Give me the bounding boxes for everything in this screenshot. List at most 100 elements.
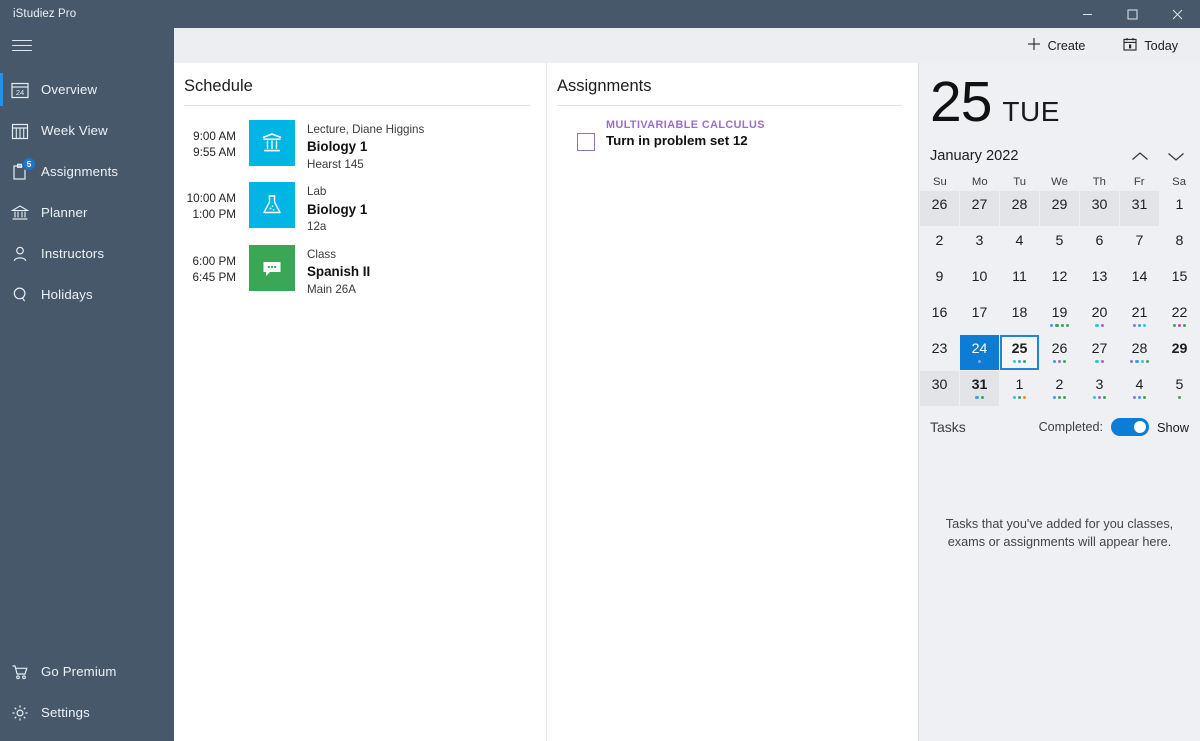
calendar-day-cell[interactable]: 1	[1160, 191, 1199, 226]
calendar-day-number: 27	[972, 198, 988, 212]
calendar-day-cell[interactable]: 26	[920, 191, 959, 226]
today-button[interactable]: Today	[1115, 32, 1186, 60]
calendar-day-number: 24	[972, 342, 988, 356]
sidebar-bottom-nav: Go Premium	[0, 651, 174, 741]
sidebar-item-label: Settings	[39, 705, 90, 720]
sidebar-item-overview[interactable]: 24 Overview	[0, 69, 174, 110]
calendar-day-number: 31	[1132, 198, 1148, 212]
calendar-day-cell[interactable]: 7	[1120, 227, 1159, 262]
sidebar-item-go-premium[interactable]: Go Premium	[0, 651, 174, 692]
calendar-24-icon: 24	[11, 81, 39, 99]
calendar-day-dots	[1013, 359, 1027, 363]
calendar-day-cell[interactable]: 27	[1080, 335, 1119, 370]
sidebar-spacer	[0, 315, 174, 651]
calendar-day-cell[interactable]: 21	[1120, 299, 1159, 334]
completed-toggle[interactable]	[1111, 418, 1149, 436]
assignment-checkbox[interactable]	[577, 133, 595, 151]
sidebar-item-settings[interactable]: Settings	[0, 692, 174, 733]
column-lecture-icon	[249, 120, 295, 166]
tasks-empty-area: Tasks that you've added for you classes,…	[919, 436, 1200, 741]
calendar-day-cell[interactable]: 15	[1160, 263, 1199, 298]
close-icon[interactable]	[1155, 0, 1200, 28]
event-location: 12a	[307, 219, 367, 234]
calendar-day-cell[interactable]: 8	[1160, 227, 1199, 262]
calendar-day-cell[interactable]: 25	[1000, 335, 1039, 370]
calendar-day-cell[interactable]: 31	[960, 371, 999, 406]
calendar-day-cell[interactable]: 31	[1120, 191, 1159, 226]
calendar-day-cell[interactable]: 9	[920, 263, 959, 298]
calendar-day-dots	[1093, 395, 1107, 399]
chevron-up-icon[interactable]	[1122, 143, 1158, 169]
calendar-day-cell[interactable]: 29	[1040, 191, 1079, 226]
minimize-icon[interactable]	[1065, 0, 1110, 28]
schedule-event-row[interactable]: 9:00 AM 9:55 AM	[174, 115, 546, 177]
calendar-day-cell[interactable]: 5	[1040, 227, 1079, 262]
calendar-day-cell[interactable]: 16	[920, 299, 959, 334]
calendar-day-cell[interactable]: 22	[1160, 299, 1199, 334]
calendar-day-cell[interactable]: 13	[1080, 263, 1119, 298]
clipboard-icon: 5	[11, 163, 39, 181]
assignment-task: Turn in problem set 12	[606, 133, 765, 148]
hamburger-icon[interactable]	[0, 28, 174, 63]
calendar-day-number: 4	[1136, 378, 1144, 392]
calendar-day-cell[interactable]: 14	[1120, 263, 1159, 298]
calendar-day-cell[interactable]: 28	[1000, 191, 1039, 226]
sidebar-item-label: Planner	[39, 205, 88, 220]
assignment-row[interactable]: MULTIVARIABLE CALCULUS Turn in problem s…	[547, 115, 918, 151]
sidebar-item-assignments[interactable]: 5 Assignments	[0, 151, 174, 192]
event-course: Spanish II	[307, 262, 370, 282]
sidebar-item-instructors[interactable]: Instructors	[0, 233, 174, 274]
calendar-day-number: 27	[1092, 342, 1108, 356]
create-button[interactable]: Create	[1019, 32, 1094, 60]
calendar-day-cell[interactable]: 26	[1040, 335, 1079, 370]
calendar-day-cell[interactable]: 3	[960, 227, 999, 262]
calendar-day-cell[interactable]: 28	[1120, 335, 1159, 370]
schedule-event-row[interactable]: 10:00 AM 1:00 PM	[174, 177, 546, 239]
calendar-day-cell[interactable]: 23	[920, 335, 959, 370]
calendar-day-cell[interactable]: 19	[1040, 299, 1079, 334]
calendar-day-cell[interactable]: 4	[1000, 227, 1039, 262]
event-kind: Lab	[307, 184, 367, 199]
calendar-day-dots	[975, 395, 983, 399]
schedule-event-row[interactable]: 6:00 PM 6:45 PM	[174, 240, 546, 302]
calendar-day-number: 30	[932, 378, 948, 392]
chevron-down-icon[interactable]	[1158, 143, 1194, 169]
svg-text:24: 24	[16, 88, 24, 97]
title-bar: iStudiez Pro	[0, 0, 1200, 28]
calendar-day-cell[interactable]: 29	[1160, 335, 1199, 370]
calendar-day-dots	[1053, 359, 1067, 363]
weekday-header: Fr	[1119, 176, 1159, 188]
calendar-day-number: 30	[1092, 198, 1108, 212]
calendar-day-cell[interactable]: 4	[1120, 371, 1159, 406]
calendar-day-cell[interactable]: 10	[960, 263, 999, 298]
calendar-day-dots	[1133, 323, 1147, 327]
calendar-day-cell[interactable]: 11	[1000, 263, 1039, 298]
sidebar-item-holidays[interactable]: Holidays	[0, 274, 174, 315]
calendar-day-cell[interactable]: 30	[920, 371, 959, 406]
sidebar-item-week-view[interactable]: Week View	[0, 110, 174, 151]
calendar-day-cell[interactable]: 17	[960, 299, 999, 334]
calendar-day-number: 2	[1056, 378, 1064, 392]
calendar-day-dots	[1053, 395, 1067, 399]
month-bar: January 2022	[919, 135, 1200, 174]
calendar-day-number: 5	[1176, 378, 1184, 392]
calendar-day-cell[interactable]: 1	[1000, 371, 1039, 406]
calendar-day-cell[interactable]: 24	[960, 335, 999, 370]
tasks-empty-text: Tasks that you've added for you classes,…	[935, 516, 1184, 550]
calendar-day-number: 7	[1136, 234, 1144, 248]
calendar-day-cell[interactable]: 6	[1080, 227, 1119, 262]
big-date-number: 25	[930, 74, 991, 131]
calendar-day-cell[interactable]: 30	[1080, 191, 1119, 226]
maximize-icon[interactable]	[1110, 0, 1155, 28]
calendar-day-cell[interactable]: 20	[1080, 299, 1119, 334]
calendar-day-cell[interactable]: 5	[1160, 371, 1199, 406]
calendar-day-cell[interactable]: 12	[1040, 263, 1079, 298]
calendar-day-cell[interactable]: 3	[1080, 371, 1119, 406]
calendar-day-number: 10	[972, 270, 988, 284]
calendar-day-cell[interactable]: 27	[960, 191, 999, 226]
calendar-day-number: 16	[932, 306, 948, 320]
calendar-day-cell[interactable]: 18	[1000, 299, 1039, 334]
calendar-day-cell[interactable]: 2	[1040, 371, 1079, 406]
calendar-day-cell[interactable]: 2	[920, 227, 959, 262]
sidebar-item-planner[interactable]: Planner	[0, 192, 174, 233]
